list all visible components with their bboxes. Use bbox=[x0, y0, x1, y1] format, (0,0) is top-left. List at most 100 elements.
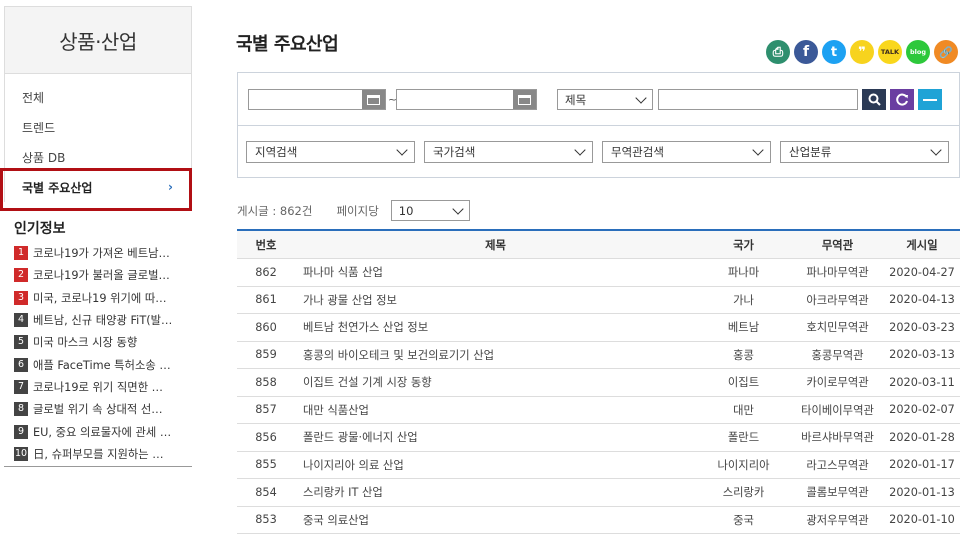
popular-item-text: 글로벌 위기 속 상대적 선… bbox=[33, 403, 163, 417]
cell-title-link[interactable]: 가나 광물 산업 정보 bbox=[295, 292, 696, 308]
rank-badge: 9 bbox=[14, 424, 28, 439]
sidebar-item-all[interactable]: 전체 bbox=[5, 82, 191, 112]
table-row[interactable]: 854 스리랑카 IT 산업 스리랑카 콜롬보무역관 2020-01-13 bbox=[237, 479, 960, 507]
divider bbox=[4, 466, 192, 467]
cell-no: 861 bbox=[255, 293, 277, 307]
cell-title-link[interactable]: 이집트 건설 기계 시장 동향 bbox=[295, 374, 696, 390]
cell-country: 스리랑카 bbox=[722, 486, 765, 500]
cell-title-link[interactable]: 중국 의료산업 bbox=[295, 512, 696, 528]
region-filter-select[interactable]: 지역검색 bbox=[246, 141, 415, 163]
rank-badge: 3 bbox=[14, 290, 28, 305]
country-filter-select[interactable]: 국가검색 bbox=[424, 141, 593, 163]
popular-item[interactable]: 1 코로나19가 가져온 베트남… bbox=[14, 242, 192, 264]
popular-item-text: 코로나19로 위기 직면한 … bbox=[33, 380, 163, 394]
popular-item[interactable]: 4 베트남, 신규 태양광 FiT(발… bbox=[14, 309, 192, 331]
link-icon[interactable]: 🔗 bbox=[934, 40, 958, 64]
cell-date: 2020-01-13 bbox=[889, 485, 955, 499]
table-row[interactable]: 860 베트남 천연가스 산업 정보 베트남 호치민무역관 2020-03-23 bbox=[237, 314, 960, 342]
cell-country: 이집트 bbox=[727, 376, 760, 390]
popular-item[interactable]: 2 코로나19가 불러올 글로벌… bbox=[14, 264, 192, 286]
chevron-down-icon bbox=[574, 144, 586, 156]
chevron-down-icon bbox=[635, 91, 647, 104]
search-button[interactable] bbox=[862, 89, 886, 110]
cell-title-link[interactable]: 홍콩의 바이오테크 및 보건의료기기 산업 bbox=[295, 347, 696, 363]
table-row[interactable]: 859 홍콩의 바이오테크 및 보건의료기기 산업 홍콩 홍콩무역관 2020-03-1… bbox=[237, 342, 960, 369]
cell-title-link[interactable]: 대만 식품산업 bbox=[295, 402, 696, 418]
column-header-no: 번호 bbox=[255, 238, 277, 252]
cell-title-link[interactable]: 스리랑카 IT 산업 bbox=[295, 484, 696, 500]
calendar-icon[interactable] bbox=[362, 90, 385, 109]
table-header-row: 번호 제목 국가 무역관 게시일 bbox=[237, 231, 960, 259]
kakaostory-icon[interactable]: ❞ bbox=[850, 40, 874, 64]
popular-item-text: 코로나19가 불러올 글로벌… bbox=[33, 269, 170, 283]
facebook-icon[interactable]: f bbox=[794, 40, 818, 64]
reset-button[interactable] bbox=[890, 89, 914, 110]
twitter-icon[interactable]: t bbox=[822, 40, 846, 64]
cell-no: 856 bbox=[255, 430, 277, 444]
table-row[interactable]: 858 이집트 건설 기계 시장 동향 이집트 카이로무역관 2020-03-11 bbox=[237, 369, 960, 397]
popular-item[interactable]: 5 미국 마스크 시장 동향 bbox=[14, 331, 192, 353]
cell-date: 2020-03-23 bbox=[889, 320, 955, 334]
list-meta: 게시글 : 862건 페이지당 10 bbox=[237, 200, 470, 221]
rank-badge: 5 bbox=[14, 335, 28, 350]
cell-no: 855 bbox=[255, 458, 277, 472]
cell-no: 857 bbox=[255, 403, 277, 417]
kakaotalk-icon[interactable]: TALK bbox=[878, 40, 902, 64]
cell-date: 2020-04-27 bbox=[889, 265, 955, 279]
cell-office: 타이베이무역관 bbox=[801, 403, 874, 417]
search-row: ~ 제목 bbox=[248, 89, 942, 110]
date-from-input[interactable] bbox=[248, 89, 386, 110]
popular-item-text: 코로나19가 가져온 베트남… bbox=[33, 247, 170, 261]
per-page-select[interactable]: 10 bbox=[390, 200, 470, 221]
minus-icon bbox=[923, 98, 937, 101]
cell-country: 가나 bbox=[733, 293, 754, 307]
rank-badge: 1 bbox=[14, 246, 28, 261]
table-row[interactable]: 855 나이지리아 의료 산업 나이지리아 라고스무역관 2020-01-17 bbox=[237, 452, 960, 479]
popular-item[interactable]: 7 코로나19로 위기 직면한 … bbox=[14, 376, 192, 398]
post-count: 게시글 : 862건 bbox=[237, 203, 313, 218]
cell-office: 라고스무역관 bbox=[806, 458, 869, 472]
search-field-select[interactable]: 제목 bbox=[557, 89, 653, 110]
table-row[interactable]: 856 폴란드 광물·에너지 산업 폴란드 바르샤바무역관 2020-01-28 bbox=[237, 424, 960, 452]
cell-office: 아크라무역관 bbox=[806, 293, 869, 307]
sidebar-item-label: 상품 DB bbox=[22, 150, 66, 165]
popular-item-text: EU, 중요 의료물자에 관세 … bbox=[33, 425, 172, 439]
cell-title-link[interactable]: 폴란드 광물·에너지 산업 bbox=[295, 429, 696, 445]
cell-office: 호치민무역관 bbox=[806, 321, 869, 335]
cell-title-link[interactable]: 나이지리아 의료 산업 bbox=[295, 457, 696, 473]
cell-office: 파나마무역관 bbox=[806, 266, 869, 280]
popular-item[interactable]: 6 애플 FaceTime 특허소송 … bbox=[14, 353, 192, 375]
table-row[interactable]: 861 가나 광물 산업 정보 가나 아크라무역관 2020-04-13 bbox=[237, 287, 960, 314]
page-title: 국별 주요산업 bbox=[236, 34, 339, 55]
popular-item[interactable]: 9 EU, 중요 의료물자에 관세 … bbox=[14, 420, 192, 442]
trade-office-filter-select[interactable]: 무역관검색 bbox=[602, 141, 771, 163]
blog-icon[interactable]: blog bbox=[906, 40, 930, 64]
sidebar-item-trend[interactable]: 트렌드 bbox=[5, 112, 191, 142]
keyword-input[interactable] bbox=[658, 89, 858, 110]
table-row[interactable]: 862 파나마 식품 산업 파나마 파나마무역관 2020-04-27 bbox=[237, 259, 960, 287]
cell-office: 광저우무역관 bbox=[806, 513, 869, 527]
popular-info-title: 인기정보 bbox=[14, 221, 66, 237]
popular-item[interactable]: 10 日, 슈퍼부모를 지원하는 … bbox=[14, 443, 192, 465]
share-icons: ⎙ f t ❞ TALK blog 🔗 bbox=[766, 40, 958, 64]
cell-office: 홍콩무역관 bbox=[811, 348, 864, 362]
collapse-button[interactable] bbox=[918, 89, 942, 110]
divider bbox=[238, 125, 959, 126]
calendar-icon[interactable] bbox=[513, 90, 536, 109]
table-row[interactable]: 857 대만 식품산업 대만 타이베이무역관 2020-02-07 bbox=[237, 397, 960, 424]
filter-row: 지역검색 국가검색 무역관검색 산업분류 bbox=[246, 141, 949, 163]
cell-title-link[interactable]: 베트남 천연가스 산업 정보 bbox=[295, 319, 696, 335]
cell-office: 바르샤바무역관 bbox=[801, 431, 874, 445]
per-page-label: 페이지당 bbox=[336, 203, 379, 218]
table-row[interactable]: 853 중국 의료산업 중국 광저우무역관 2020-01-10 bbox=[237, 507, 960, 534]
cell-no: 858 bbox=[255, 375, 277, 389]
search-panel: ~ 제목 지역검색 국가검색 무역관검색 산업분류 bbox=[237, 72, 960, 178]
cell-country: 파나마 bbox=[727, 266, 760, 280]
cell-country: 폴란드 bbox=[727, 431, 760, 445]
industry-filter-select[interactable]: 산업분류 bbox=[780, 141, 949, 163]
print-icon[interactable]: ⎙ bbox=[766, 40, 790, 64]
popular-item[interactable]: 3 미국, 코로나19 위기에 따… bbox=[14, 287, 192, 309]
popular-item[interactable]: 8 글로벌 위기 속 상대적 선… bbox=[14, 398, 192, 420]
cell-title-link[interactable]: 파나마 식품 산업 bbox=[295, 264, 696, 280]
date-to-input[interactable] bbox=[396, 89, 537, 110]
